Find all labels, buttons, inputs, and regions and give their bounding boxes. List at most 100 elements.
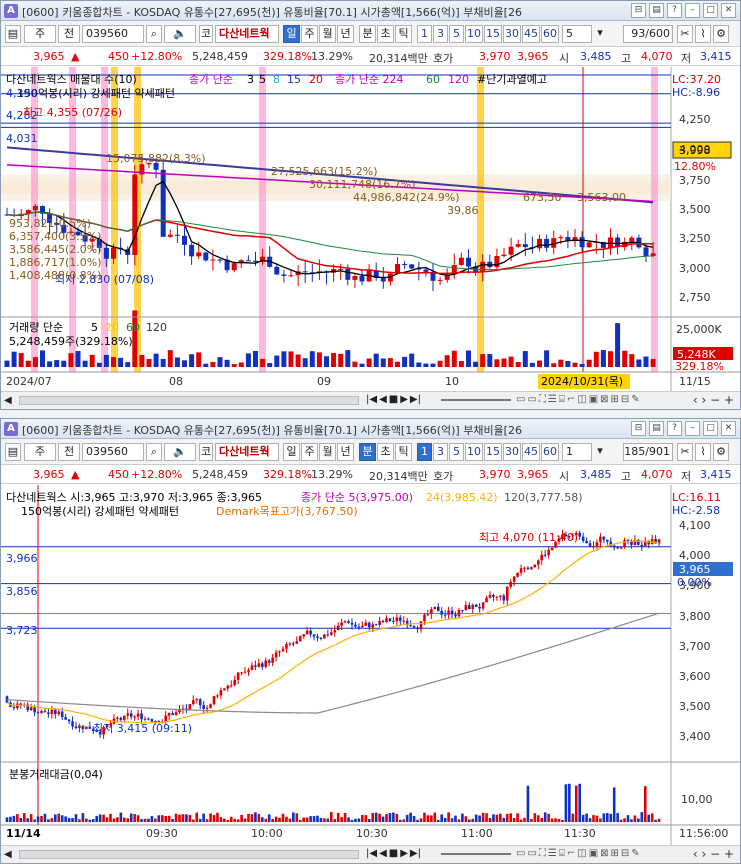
prev-icon[interactable]: ◀: [379, 848, 387, 859]
dropdown-icon[interactable]: ▾: [594, 443, 606, 461]
stock-name[interactable]: 다산네트웍: [215, 443, 279, 461]
chart-type-icon[interactable]: ⌇: [695, 443, 711, 461]
prev-icon[interactable]: ◀: [379, 394, 387, 405]
stop-icon[interactable]: ■: [389, 848, 398, 859]
tool-icons[interactable]: ▭▭⛶☰⌸⌐◫▣⊠⊞⊟✎: [516, 848, 642, 859]
minimize-icon[interactable]: –: [685, 421, 700, 436]
period-week[interactable]: 주: [301, 443, 318, 461]
stock-name[interactable]: 다산네트웍: [215, 25, 279, 43]
first-icon[interactable]: |◀: [366, 848, 377, 859]
x-label: 09:30: [146, 827, 178, 840]
interval-15[interactable]: 15: [484, 25, 502, 43]
scroll-track[interactable]: [19, 396, 359, 405]
search-icon[interactable]: ⌕: [146, 25, 162, 43]
tool-icon[interactable]: ✂: [677, 443, 693, 461]
period-year[interactable]: 년: [337, 25, 354, 43]
zoom-slider[interactable]: [441, 853, 511, 855]
help-icon[interactable]: ?: [667, 421, 682, 436]
first-icon[interactable]: |◀: [366, 394, 377, 405]
interval-3[interactable]: 3: [433, 443, 448, 461]
chart-type-icon[interactable]: ⌇: [695, 25, 711, 43]
next-icon[interactable]: ▶: [400, 848, 408, 859]
interval-30[interactable]: 30: [503, 443, 521, 461]
close-icon[interactable]: ✕: [721, 421, 736, 436]
interval-15[interactable]: 15: [484, 443, 502, 461]
daily-chart-svg[interactable]: 다산네트웍스 매물대 수(10) 종가 단순 3 5 8 15 20 종가 단순…: [1, 67, 740, 391]
stop-icon[interactable]: ■: [389, 394, 398, 405]
zoom-controls[interactable]: ‹ › − +: [693, 393, 734, 407]
zoom-controls[interactable]: ‹ › − +: [693, 847, 734, 861]
period-tick[interactable]: 틱: [395, 25, 412, 43]
scroll-left-icon[interactable]: ◀: [4, 849, 12, 860]
volume-bar: [253, 350, 258, 367]
chart-scrollbar[interactable]: ◀ |◀ ◀ ■ ▶ ▶| ▭▭⛶☰⌸⌐◫▣⊠⊞⊟✎ ‹ › − +: [1, 391, 740, 409]
stock-type-select[interactable]: 주: [24, 443, 56, 461]
next-icon[interactable]: ▶: [400, 394, 408, 405]
menu-icon[interactable]: ▤: [5, 25, 21, 43]
stock-code-input[interactable]: 039560: [82, 443, 144, 461]
interval-5[interactable]: 5: [449, 25, 464, 43]
minute-chart-svg[interactable]: 다산네트웍스 시:3,965 고:3,970 저:3,965 종:3,965 종…: [1, 485, 740, 845]
minute-chart-area[interactable]: 다산네트웍스 시:3,965 고:3,970 저:3,965 종:3,965 종…: [1, 485, 740, 845]
interval-60[interactable]: 60: [541, 443, 559, 461]
stock-type-select[interactable]: 주: [24, 25, 56, 43]
scroll-left-icon[interactable]: ◀: [4, 395, 12, 406]
daily-chart-area[interactable]: 다산네트웍스 매물대 수(10) 종가 단순 3 5 8 15 20 종가 단순…: [1, 67, 740, 391]
window-titlebar[interactable]: A [0600] 키움종합차트 - KOSDAQ 유통수[27,695(천)] …: [1, 1, 740, 21]
last-icon[interactable]: ▶|: [410, 394, 421, 405]
link-icon[interactable]: ⊟: [631, 3, 646, 18]
interval-45[interactable]: 45: [522, 25, 540, 43]
settings-icon[interactable]: ⚙: [713, 443, 729, 461]
dropdown-icon[interactable]: ▾: [594, 25, 606, 43]
print-icon[interactable]: ▤: [649, 421, 664, 436]
interval-45[interactable]: 45: [522, 443, 540, 461]
volume-icon[interactable]: 🔈: [164, 25, 196, 43]
interval-60[interactable]: 60: [541, 25, 559, 43]
chart-scrollbar[interactable]: ◀ |◀ ◀ ■ ▶ ▶| ▭▭⛶☰⌸⌐◫▣⊠⊞⊟✎ ‹ › − +: [1, 845, 740, 863]
tool-icons[interactable]: ▭▭⛶☰⌸⌐◫▣⊠⊞⊟✎: [516, 394, 642, 405]
period-second[interactable]: 초: [377, 25, 394, 43]
link-icon[interactable]: ⊟: [631, 421, 646, 436]
scroll-track[interactable]: [19, 850, 359, 859]
period-month[interactable]: 월: [319, 25, 336, 43]
period-month[interactable]: 월: [319, 443, 336, 461]
volume-icon[interactable]: 🔈: [164, 443, 196, 461]
close-icon[interactable]: ✕: [721, 3, 736, 18]
period-minute[interactable]: 분: [359, 25, 376, 43]
minimize-icon[interactable]: –: [685, 3, 700, 18]
interval-10[interactable]: 10: [465, 25, 483, 43]
period-minute[interactable]: 분: [359, 443, 376, 461]
interval-3[interactable]: 3: [433, 25, 448, 43]
maximize-icon[interactable]: □: [703, 3, 718, 18]
period-day[interactable]: 일: [283, 443, 300, 461]
interval-1[interactable]: 1: [417, 443, 432, 461]
interval-10[interactable]: 10: [465, 443, 483, 461]
interval-1[interactable]: 1: [417, 25, 432, 43]
volume-bar: [22, 813, 26, 822]
period-week[interactable]: 주: [301, 25, 318, 43]
print-icon[interactable]: ▤: [649, 3, 664, 18]
interval-select[interactable]: 5: [562, 25, 592, 43]
volume-bar: [440, 814, 443, 822]
prev-select[interactable]: 전: [58, 443, 80, 461]
settings-icon[interactable]: ⚙: [713, 25, 729, 43]
period-day[interactable]: 일: [283, 25, 300, 43]
interval-select[interactable]: 1: [562, 443, 592, 461]
data-count-display[interactable]: 185/901: [623, 443, 673, 461]
search-icon[interactable]: ⌕: [146, 443, 162, 461]
period-tick[interactable]: 틱: [395, 443, 412, 461]
data-count-display[interactable]: 93/600: [623, 25, 673, 43]
menu-icon[interactable]: ▤: [5, 443, 21, 461]
interval-5[interactable]: 5: [449, 443, 464, 461]
interval-30[interactable]: 30: [503, 25, 521, 43]
window-titlebar[interactable]: A [0600] 키움종합차트 - KOSDAQ 유통수[27,695(천)] …: [1, 419, 740, 439]
period-year[interactable]: 년: [337, 443, 354, 461]
help-icon[interactable]: ?: [667, 3, 682, 18]
stock-code-input[interactable]: 039560: [82, 25, 144, 43]
period-second[interactable]: 초: [377, 443, 394, 461]
maximize-icon[interactable]: □: [703, 421, 718, 436]
prev-select[interactable]: 전: [58, 25, 80, 43]
tool-icon[interactable]: ✂: [677, 25, 693, 43]
zoom-slider[interactable]: [441, 399, 511, 401]
last-icon[interactable]: ▶|: [410, 848, 421, 859]
